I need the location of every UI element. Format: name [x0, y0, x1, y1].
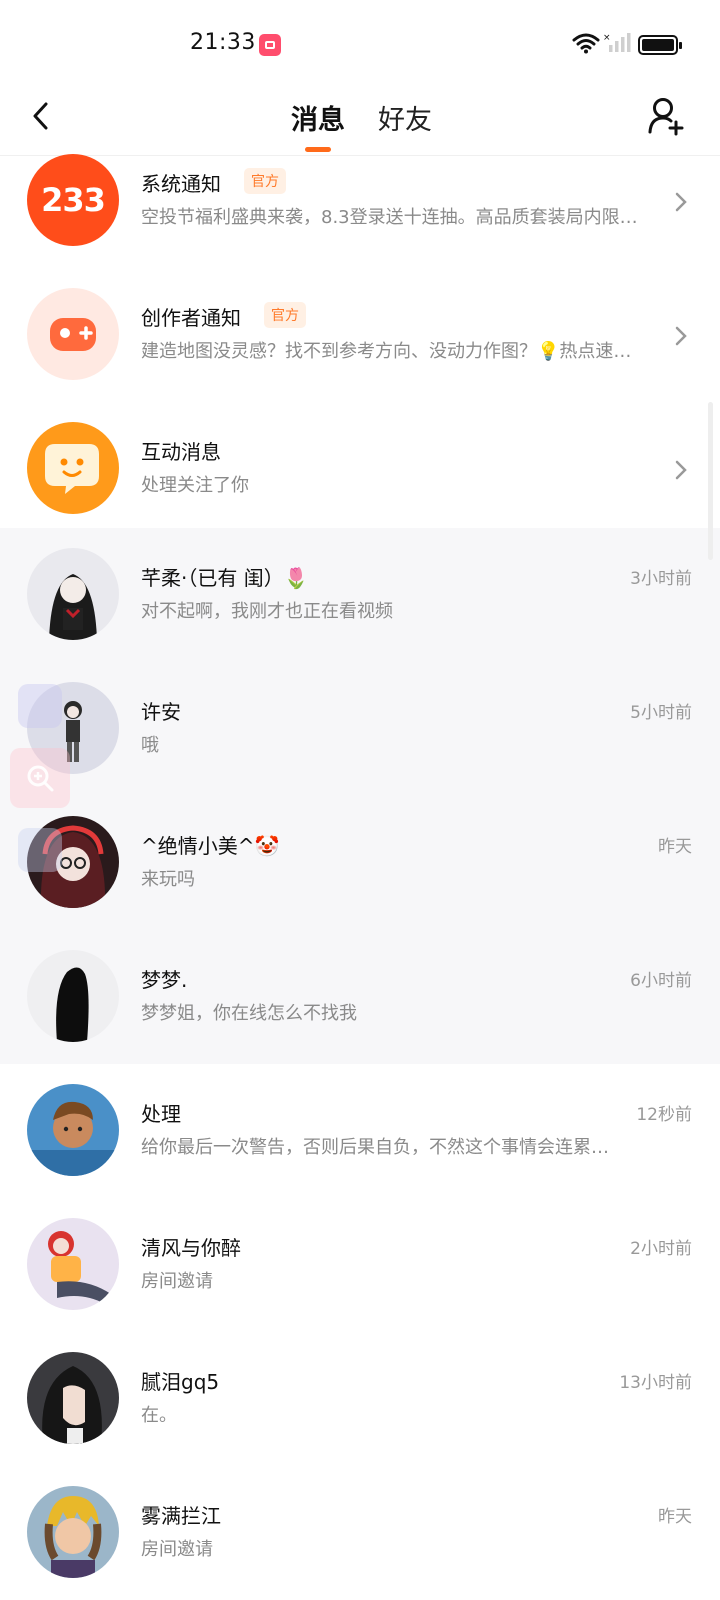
avatar — [27, 548, 119, 640]
chevron-right-icon — [675, 460, 687, 480]
wifi-icon — [572, 33, 600, 54]
creator-notice-row[interactable]: 创作者通知 官方 建造地图没灵感？找不到参考方向、没动力作图？💡热点速… — [0, 268, 720, 402]
chat-name: 许安 — [141, 700, 181, 724]
row-title: 系统通知 — [141, 172, 221, 196]
chat-name: ^绝情小美^🤡 — [141, 834, 280, 858]
chat-time: 12秒前 — [636, 1105, 692, 1125]
row-preview: 处理关注了你 — [141, 475, 249, 496]
controller-glyph — [50, 318, 96, 351]
game-controller-icon — [27, 288, 119, 380]
screen-record-icon — [259, 34, 281, 56]
status-bar: 21:33 × — [0, 0, 720, 90]
chat-time: 3小时前 — [630, 569, 692, 589]
chat-name: 处理 — [141, 1102, 181, 1126]
chat-time: 昨天 — [658, 837, 692, 857]
chat-row[interactable]: 清风与你醉 房间邀请 2小时前 — [0, 1198, 720, 1332]
chat-preview: 房间邀请 — [141, 1271, 213, 1292]
official-badge: 官方 — [244, 168, 286, 194]
chat-preview: 梦梦姐，你在线怎么不找我 — [141, 1003, 357, 1024]
chat-row[interactable]: 许安 哦 5小时前 — [0, 662, 720, 796]
chat-time: 5小时前 — [630, 703, 692, 723]
chat-bubble-icon — [27, 422, 119, 514]
row-preview: 建造地图没灵感？找不到参考方向、没动力作图？💡热点速… — [141, 341, 632, 362]
chat-row[interactable]: 腻泪gq5 在。 13小时前 — [0, 1332, 720, 1466]
chat-preview: 在。 — [141, 1405, 177, 1426]
zoom-icon[interactable] — [10, 748, 70, 808]
tab-friends[interactable]: 好友 — [378, 98, 432, 137]
chat-row[interactable]: 处理 给你最后一次警告，否则后果自负，不然这个事情会连累… 12秒前 — [0, 1064, 720, 1198]
chat-preview: 房间邀请 — [141, 1539, 213, 1560]
row-preview: 空投节福利盛典来袭，8.3登录送十连抽。高品质套装局内限… — [141, 207, 638, 228]
chat-row[interactable]: ^绝情小美^🤡 来玩吗 昨天 — [0, 796, 720, 930]
chat-row[interactable]: 芊柔·（已有 闺）🌷 对不起啊，我刚才也正在看视频 3小时前 — [0, 528, 720, 662]
avatar — [27, 1084, 119, 1176]
chat-name: 雾满拦江 — [141, 1504, 221, 1528]
chevron-right-icon — [675, 326, 687, 346]
chat-name: 清风与你醉 — [141, 1236, 241, 1260]
chat-row[interactable]: 雾满拦江 房间邀请 昨天 — [0, 1466, 720, 1600]
add-friend-button[interactable] — [646, 94, 686, 138]
system-notice-row[interactable]: 233 系统通知 官方 空投节福利盛典来袭，8.3登录送十连抽。高品质套装局内限… — [0, 134, 720, 268]
chat-time: 13小时前 — [619, 1373, 692, 1393]
chat-time: 昨天 — [658, 1507, 692, 1527]
tab-messages[interactable]: 消息 — [291, 98, 345, 137]
bubble-glyph — [45, 444, 99, 494]
svg-text:×: × — [604, 33, 611, 43]
avatar — [27, 1352, 119, 1444]
official-badge: 官方 — [264, 302, 306, 328]
chat-preview: 来玩吗 — [141, 869, 195, 890]
battery-icon — [638, 35, 682, 55]
chevron-right-icon — [675, 192, 687, 212]
avatar — [27, 950, 119, 1042]
row-title: 互动消息 — [141, 440, 221, 464]
avatar-233-text: 233 — [41, 181, 106, 219]
chat-time: 6小时前 — [630, 971, 692, 991]
chat-preview: 对不起啊，我刚才也正在看视频 — [141, 601, 393, 622]
scrollbar[interactable] — [708, 402, 713, 560]
avatar — [27, 1218, 119, 1310]
avatar-233: 233 — [27, 154, 119, 246]
avatar — [27, 1486, 119, 1578]
row-title: 创作者通知 — [141, 306, 241, 330]
chat-row[interactable]: 梦梦. 梦梦姐，你在线怎么不找我 6小时前 — [0, 930, 720, 1064]
status-time: 21:33 — [190, 30, 256, 55]
interaction-row[interactable]: 互动消息 处理关注了你 — [0, 402, 720, 536]
chat-name: 梦梦. — [141, 968, 188, 992]
floating-game-button[interactable] — [18, 684, 62, 728]
back-button[interactable] — [26, 96, 56, 136]
chat-name: 芊柔·（已有 闺）🌷 — [141, 566, 309, 590]
chat-name: 腻泪gq5 — [141, 1370, 220, 1394]
floating-tool-button[interactable] — [18, 828, 62, 872]
chat-preview: 给你最后一次警告，否则后果自负，不然这个事情会连累… — [141, 1137, 609, 1158]
chat-preview: 哦 — [141, 735, 159, 756]
signal-icon: × — [604, 33, 631, 52]
chat-time: 2小时前 — [630, 1239, 692, 1259]
